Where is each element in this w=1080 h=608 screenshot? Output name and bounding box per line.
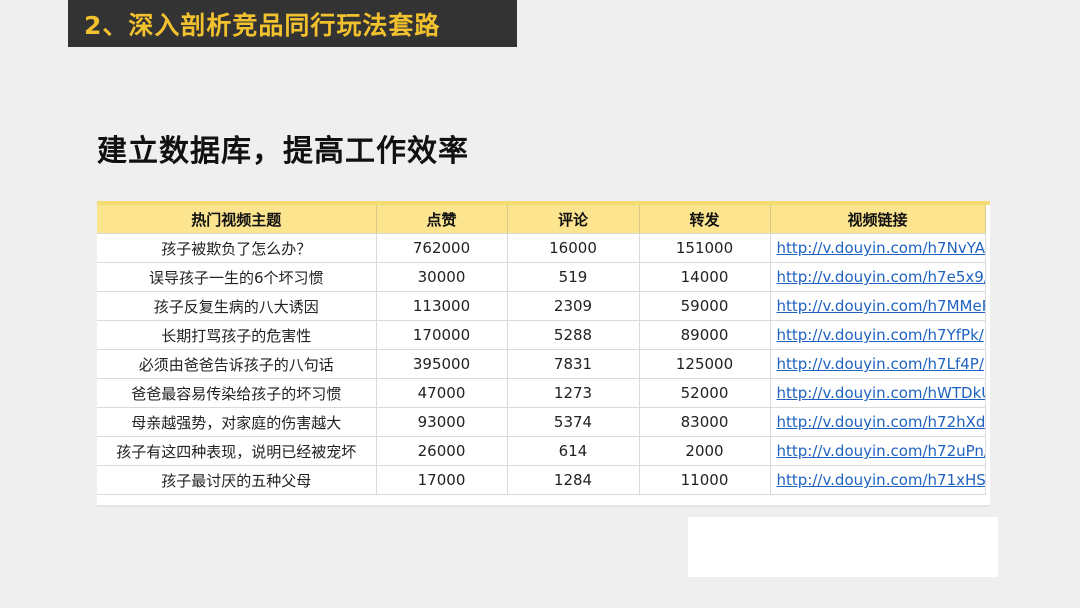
- video-link[interactable]: http://v.douyin.com/h72uPn/: [777, 442, 985, 460]
- video-link[interactable]: http://v.douyin.com/h71xHS/: [777, 471, 985, 489]
- cell-link: http://v.douyin.com/h72uPn/: [770, 436, 986, 466]
- cell-shares: 151000: [639, 233, 771, 263]
- video-link[interactable]: http://v.douyin.com/h7MMeP/: [777, 297, 985, 315]
- cell-link: http://v.douyin.com/h7Lf4P/: [770, 349, 986, 379]
- video-data-table: 热门视频主题 点赞 评论 转发 视频链接 孩子被欺负了怎么办？ 762000 160…: [97, 205, 986, 495]
- table-row: 孩子有这四种表现，说明已经被宠坏 26000 614 2000 http://v.dou…: [97, 436, 986, 466]
- section-title: 2、深入剖析竞品同行玩法套路: [84, 10, 441, 40]
- column-header-topic: 热门视频主题: [97, 205, 377, 234]
- cell-shares: 14000: [639, 262, 771, 292]
- cell-likes: 30000: [376, 262, 508, 292]
- cell-comments: 5374: [507, 407, 640, 437]
- cell-likes: 26000: [376, 436, 508, 466]
- table-row: 孩子被欺负了怎么办？ 762000 16000 151000 http://v.douy…: [97, 233, 986, 263]
- slide-subtitle: 建立数据库，提高工作效率: [97, 134, 469, 169]
- cell-topic: 长期打骂孩子的危害性: [97, 320, 377, 350]
- table-header-row: 热门视频主题 点赞 评论 转发 视频链接: [97, 205, 986, 234]
- video-link[interactable]: http://v.douyin.com/h72hXd/: [777, 413, 985, 431]
- cell-likes: 170000: [376, 320, 508, 350]
- cell-link: http://v.douyin.com/h7e5x9/: [770, 262, 986, 292]
- table-row: 孩子反复生病的八大诱因 113000 2309 59000 http://v.douyi…: [97, 291, 986, 321]
- video-link[interactable]: http://v.douyin.com/h7e5x9/: [777, 268, 985, 286]
- cell-shares: 59000: [639, 291, 771, 321]
- cell-likes: 17000: [376, 465, 508, 495]
- cell-comments: 519: [507, 262, 640, 292]
- cell-topic: 孩子最讨厌的五种父母: [97, 465, 377, 495]
- cell-likes: 113000: [376, 291, 508, 321]
- cell-topic: 母亲越强势，对家庭的伤害越大: [97, 407, 377, 437]
- column-header-link: 视频链接: [770, 205, 986, 234]
- header-bar: 2、深入剖析竞品同行玩法套路: [68, 0, 517, 47]
- cell-comments: 614: [507, 436, 640, 466]
- table-row: 爸爸最容易传染给孩子的坏习惯 47000 1273 52000 http://v.dou…: [97, 378, 986, 408]
- video-data-table-container: 热门视频主题 点赞 评论 转发 视频链接 孩子被欺负了怎么办？ 762000 160…: [97, 201, 990, 507]
- cell-topic: 孩子被欺负了怎么办？: [97, 233, 377, 263]
- cell-topic: 孩子有这四种表现，说明已经被宠坏: [97, 436, 377, 466]
- cell-comments: 5288: [507, 320, 640, 350]
- cell-link: http://v.douyin.com/h7MMeP/: [770, 291, 986, 321]
- cell-comments: 2309: [507, 291, 640, 321]
- cell-comments: 1273: [507, 378, 640, 408]
- cell-topic: 爸爸最容易传染给孩子的坏习惯: [97, 378, 377, 408]
- column-header-shares: 转发: [639, 205, 771, 234]
- video-link[interactable]: http://v.douyin.com/hWTDkU/: [777, 384, 985, 402]
- cell-comments: 1284: [507, 465, 640, 495]
- cell-link: http://v.douyin.com/h71xHS/: [770, 465, 986, 495]
- cell-shares: 83000: [639, 407, 771, 437]
- cell-shares: 52000: [639, 378, 771, 408]
- cell-likes: 93000: [376, 407, 508, 437]
- cell-shares: 2000: [639, 436, 771, 466]
- table-row: 孩子最讨厌的五种父母 17000 1284 11000 http://v.douyin.…: [97, 465, 986, 495]
- cell-comments: 7831: [507, 349, 640, 379]
- cell-likes: 395000: [376, 349, 508, 379]
- table-row: 长期打骂孩子的危害性 170000 5288 89000 http://v.douyin…: [97, 320, 986, 350]
- cell-likes: 47000: [376, 378, 508, 408]
- cell-topic: 孩子反复生病的八大诱因: [97, 291, 377, 321]
- table-row: 必须由爸爸告诉孩子的八句话 395000 7831 125000 http://v.do…: [97, 349, 986, 379]
- cell-topic: 必须由爸爸告诉孩子的八句话: [97, 349, 377, 379]
- cell-likes: 762000: [376, 233, 508, 263]
- column-header-comments: 评论: [507, 205, 640, 234]
- table-row: 误导孩子一生的6个坏习惯 30000 519 14000 http://v.douyin…: [97, 262, 986, 292]
- cell-link: http://v.douyin.com/h7YfPk/: [770, 320, 986, 350]
- cell-comments: 16000: [507, 233, 640, 263]
- cell-shares: 89000: [639, 320, 771, 350]
- video-link[interactable]: http://v.douyin.com/h7Lf4P/: [777, 355, 984, 373]
- decorative-white-box: [688, 517, 998, 577]
- video-link[interactable]: http://v.douyin.com/h7YfPk/: [777, 326, 984, 344]
- cell-shares: 11000: [639, 465, 771, 495]
- table-row: 母亲越强势，对家庭的伤害越大 93000 5374 83000 http://v.dou…: [97, 407, 986, 437]
- video-link[interactable]: http://v.douyin.com/h7NvYA/: [777, 239, 985, 257]
- column-header-likes: 点赞: [376, 205, 508, 234]
- cell-topic: 误导孩子一生的6个坏习惯: [97, 262, 377, 292]
- cell-link: http://v.douyin.com/h72hXd/: [770, 407, 986, 437]
- cell-link: http://v.douyin.com/h7NvYA/: [770, 233, 986, 263]
- cell-link: http://v.douyin.com/hWTDkU/: [770, 378, 986, 408]
- cell-shares: 125000: [639, 349, 771, 379]
